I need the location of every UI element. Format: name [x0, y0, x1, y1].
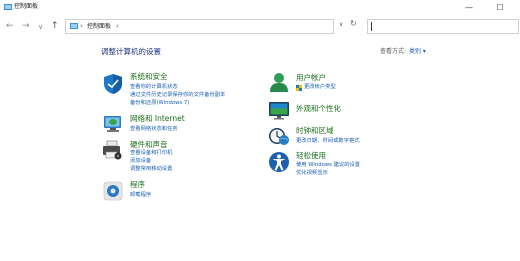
- forward-arrow-icon[interactable]: →: [22, 20, 30, 32]
- minimize-button[interactable]: —: [463, 2, 475, 13]
- printer-icon[interactable]: [102, 139, 124, 161]
- link-add-device[interactable]: 添加设备: [130, 158, 151, 165]
- address-bar[interactable]: › 控制面板 ›: [65, 19, 334, 34]
- link-devices-printers[interactable]: 查看设备和打印机: [130, 150, 172, 157]
- programs-icon[interactable]: [102, 180, 124, 202]
- maximize-button[interactable]: ☐: [494, 2, 506, 13]
- link-network-status[interactable]: 查看网络状态和任务: [130, 126, 178, 133]
- personalization-icon[interactable]: [268, 99, 290, 121]
- breadcrumb-separator[interactable]: ›: [80, 21, 83, 31]
- view-by-dropdown[interactable]: 类别 ▾: [409, 48, 426, 56]
- link-backup-restore[interactable]: 备份和还原(Windows 7): [130, 100, 189, 107]
- network-icon[interactable]: [102, 113, 124, 135]
- shield-icon[interactable]: [102, 73, 124, 95]
- search-input[interactable]: [367, 19, 519, 34]
- link-change-date-time-format[interactable]: 更改日期、时间或数字格式: [296, 138, 360, 145]
- window-title: 控制面板: [14, 3, 39, 10]
- recent-dropdown-icon[interactable]: ∨: [38, 21, 43, 33]
- link-mobility-settings[interactable]: 调整常用移动设置: [130, 166, 172, 173]
- clock-icon[interactable]: [268, 125, 290, 147]
- text-cursor: [371, 22, 372, 31]
- link-recommended-settings[interactable]: 使用 Windows 建议的设置: [296, 162, 360, 169]
- category-network-internet[interactable]: 网络和 Internet: [130, 114, 185, 124]
- category-system-security[interactable]: 系统和安全: [130, 72, 168, 82]
- view-by-label: 查看方式:: [380, 48, 407, 55]
- page-heading: 调整计算机的设置: [101, 47, 161, 56]
- uac-shield-icon: [296, 85, 302, 91]
- address-row: ← → ∨ ↑ › 控制面板 › ∨ ↻: [0, 16, 520, 36]
- breadcrumb-separator[interactable]: ›: [116, 21, 119, 31]
- refresh-icon[interactable]: ↻: [350, 19, 357, 28]
- back-arrow-icon[interactable]: ←: [6, 20, 14, 32]
- link-change-account-type[interactable]: 更改帐户类型: [304, 84, 336, 91]
- ease-of-access-icon[interactable]: [268, 151, 290, 173]
- category-programs[interactable]: 程序: [130, 180, 145, 190]
- link-view-computer-status[interactable]: 查看你的计算机状态: [130, 84, 178, 91]
- category-ease-of-access[interactable]: 轻松使用: [296, 151, 326, 161]
- control-panel-icon: [4, 4, 12, 10]
- category-clock-region[interactable]: 时钟和区域: [296, 126, 334, 136]
- category-appearance[interactable]: 外观和个性化: [296, 104, 341, 114]
- title-bar: 控制面板 — ☐: [0, 0, 520, 16]
- link-file-history-backup[interactable]: 通过文件历史记录保存你的文件备份副本: [130, 92, 225, 99]
- user-accounts-icon[interactable]: [268, 71, 290, 93]
- address-dropdown-icon[interactable]: ∨: [339, 21, 343, 28]
- breadcrumb-control-panel[interactable]: 控制面板: [87, 22, 111, 31]
- category-hardware-sound[interactable]: 硬件和声音: [130, 140, 168, 150]
- up-arrow-icon[interactable]: ↑: [51, 20, 59, 32]
- control-panel-icon: [70, 23, 78, 29]
- link-optimize-visual-display[interactable]: 优化视频显示: [296, 170, 328, 177]
- category-user-accounts[interactable]: 用户帐户: [296, 73, 326, 83]
- link-uninstall-program[interactable]: 卸载程序: [130, 192, 151, 199]
